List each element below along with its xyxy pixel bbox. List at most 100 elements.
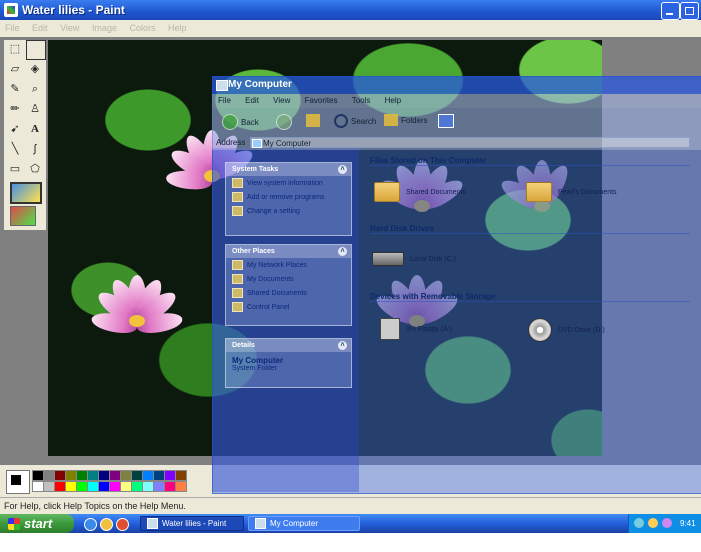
eraser-icon[interactable]: ▱ [6, 60, 24, 78]
back-button[interactable]: Back [222, 114, 259, 130]
place-label: My Documents [247, 275, 294, 283]
other-places-header[interactable]: Other Places ˄ [226, 245, 351, 258]
minimize-button[interactable] [661, 2, 680, 20]
collapse-chevron-icon[interactable]: ˄ [338, 341, 347, 350]
menu-file[interactable]: File [0, 20, 25, 33]
control-panel-icon [232, 302, 243, 312]
item-dvd[interactable]: DVD Drive (D:) [528, 318, 605, 342]
search-button[interactable]: Search [334, 114, 376, 128]
item-label: Pearl's Documents [558, 188, 617, 196]
mc-menu-help[interactable]: Help [379, 94, 407, 105]
up-folder-icon [306, 114, 320, 127]
task-label: Change a setting [247, 207, 300, 215]
mc-menu-tools[interactable]: Tools [346, 94, 377, 105]
palette-swatch[interactable] [175, 470, 187, 481]
rect-select-icon[interactable] [26, 40, 46, 60]
line-icon[interactable]: ╲ [6, 140, 24, 158]
search-icon [334, 114, 348, 128]
item-shared-documents[interactable]: Shared Documents [374, 182, 466, 202]
computer-icon [216, 80, 228, 91]
magnifier-icon[interactable]: ⌕ [26, 80, 44, 98]
pencil-icon[interactable]: ✏ [6, 100, 24, 118]
current-colors[interactable] [6, 470, 30, 494]
tool-option-box[interactable] [10, 182, 42, 204]
mc-menu-favorites[interactable]: Favorites [299, 94, 344, 105]
item-user-documents[interactable]: Pearl's Documents [526, 182, 617, 202]
forward-button[interactable] [276, 114, 292, 130]
start-label: start [24, 516, 53, 531]
menu-view[interactable]: View [55, 20, 84, 33]
place-shared-documents[interactable]: Shared Documents [226, 286, 351, 300]
ie-icon[interactable] [84, 518, 97, 531]
folder-icon [232, 288, 243, 298]
place-control-panel[interactable]: Control Panel [226, 300, 351, 314]
menu-help[interactable]: Help [163, 20, 192, 33]
programs-icon [232, 192, 243, 202]
system-tasks-header[interactable]: System Tasks ˄ [226, 163, 351, 176]
views-icon [438, 114, 454, 128]
mc-menu-file[interactable]: File [212, 94, 237, 105]
collapse-chevron-icon[interactable]: ˄ [338, 247, 347, 256]
settings-icon [232, 206, 243, 216]
network-icon [232, 260, 243, 270]
clock: 9:41 PM [680, 519, 696, 547]
volume-tray-icon[interactable] [648, 518, 658, 528]
place-label: Control Panel [247, 303, 290, 311]
computer-icon [255, 518, 266, 529]
menu-edit[interactable]: Edit [27, 20, 53, 33]
update-tray-icon[interactable] [662, 518, 672, 528]
media-icon[interactable] [100, 518, 113, 531]
rectangle-icon[interactable]: ▭ [6, 160, 24, 178]
item-local-disk[interactable]: Local Disk (C:) [372, 252, 456, 266]
start-button[interactable]: start [0, 514, 74, 533]
my-computer-titlebar[interactable]: My Computer [212, 76, 701, 94]
collapse-chevron-icon[interactable]: ˄ [338, 165, 347, 174]
curve-icon[interactable]: ∫ [26, 140, 44, 158]
folder-icon [374, 182, 400, 202]
details-header[interactable]: Details ˄ [226, 339, 351, 352]
tool-option-box-secondary[interactable] [10, 206, 36, 226]
forward-arrow-icon [276, 114, 292, 130]
task-view-system-info[interactable]: View system information [226, 176, 351, 190]
place-network[interactable]: My Network Places [226, 258, 351, 272]
menu-image[interactable]: Image [87, 20, 122, 33]
text-icon[interactable]: A [26, 120, 44, 138]
polygon-icon[interactable]: ⬠ [26, 160, 44, 178]
mc-menu-view[interactable]: View [267, 94, 296, 105]
details-title: Details [232, 342, 255, 349]
task-label: View system information [247, 179, 323, 187]
fill-icon[interactable]: ◈ [26, 60, 44, 78]
folders-icon [384, 114, 398, 126]
task-my-computer[interactable]: My Computer [248, 516, 360, 531]
computer-icon [252, 139, 262, 148]
airbrush-icon[interactable]: ➹ [6, 120, 24, 138]
other-places-title: Other Places [232, 248, 275, 255]
back-arrow-icon [222, 114, 238, 130]
folders-label: Folders [401, 115, 428, 125]
item-label: Shared Documents [406, 188, 466, 196]
messenger-icon[interactable] [116, 518, 129, 531]
up-folder-button[interactable] [306, 114, 320, 127]
free-select-icon[interactable]: ⬚ [6, 40, 24, 58]
details-panel: Details ˄ My Computer System Folder [225, 338, 352, 388]
details-name: My Computer [232, 356, 284, 365]
palette-swatch[interactable] [175, 481, 187, 492]
brush-icon[interactable]: ♙ [26, 100, 44, 118]
color-picker-icon[interactable]: ✎ [6, 80, 24, 98]
views-button[interactable] [438, 114, 454, 128]
address-bar: Address My Computer [212, 136, 701, 150]
restore-button[interactable] [680, 2, 699, 20]
folders-button[interactable]: Folders [384, 114, 428, 126]
task-add-remove-programs[interactable]: Add or remove programs [226, 190, 351, 204]
paint-app-icon[interactable] [4, 3, 18, 17]
menu-colors[interactable]: Colors [124, 20, 160, 33]
item-floppy[interactable]: 3½ Floppy (A:) [380, 318, 452, 340]
paint-titlebar[interactable]: Water lilies - Paint [0, 0, 701, 20]
mc-menu-edit[interactable]: Edit [239, 94, 265, 105]
task-change-setting[interactable]: Change a setting [226, 204, 351, 218]
task-paint[interactable]: Water lilies - Paint [140, 516, 244, 531]
task-label: Add or remove programs [247, 193, 325, 201]
address-input[interactable]: My Computer [250, 137, 690, 148]
place-my-documents[interactable]: My Documents [226, 272, 351, 286]
network-tray-icon[interactable] [634, 518, 644, 528]
